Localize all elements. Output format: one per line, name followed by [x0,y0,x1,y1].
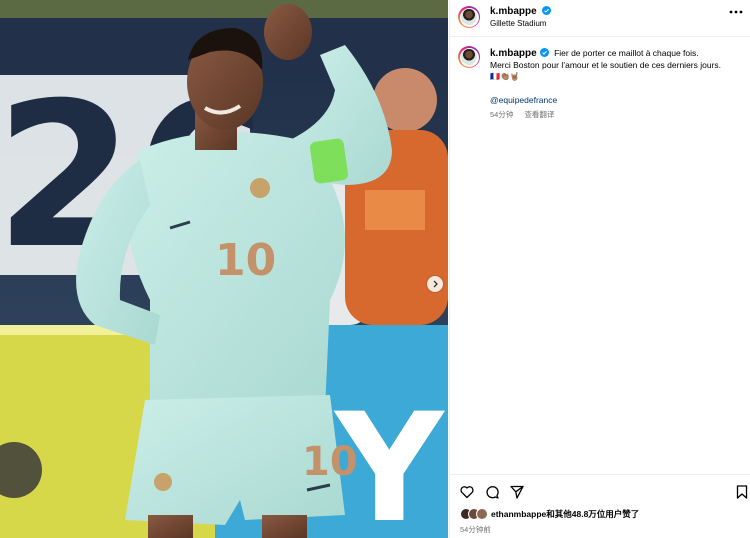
post-actions: ethanmbappe和其他48.8万位用户赞了 54分钟前 [450,474,750,538]
see-translation-button[interactable]: 查看翻译 [524,110,554,119]
caption-line-1: Fier de porter ce maillot à chaque fois. [554,48,699,58]
author-username[interactable]: k.mbappe [490,6,552,17]
likes-summary[interactable]: ethanmbappe和其他48.8万位用户赞了 [460,508,639,520]
post-header: k.mbappe Gillette Stadium [450,0,750,37]
post-caption: k.mbappe Fier de porter ce maillot à cha… [490,48,745,106]
more-options-icon[interactable] [729,10,743,14]
caption-meta: 54分钟 查看翻译 [490,109,554,120]
bookmark-icon[interactable] [735,485,749,499]
shorts-number: 10 [302,439,358,485]
caption-emojis: 🇫🇷👏🏽🤘🏽 [490,72,520,81]
verified-badge-icon [542,6,552,15]
caption-line-2: Merci Boston pour l’amour et le soutien … [490,59,722,70]
post-timestamp[interactable]: 54分钟前 [460,524,491,535]
chevron-right-icon [433,280,438,288]
heart-icon[interactable] [460,485,474,499]
author-avatar[interactable] [458,6,480,28]
share-icon[interactable] [510,485,524,499]
post-details-panel: k.mbappe Gillette Stadium k.mbappe Fier … [449,0,750,538]
verified-badge-icon [539,48,549,57]
player-photo: 26 YI 10 10 [0,0,448,538]
caption-avatar[interactable] [458,46,480,68]
jersey-number: 10 [215,235,276,286]
post-photo[interactable]: 26 YI 10 10 [0,0,448,538]
comment-icon[interactable] [485,485,499,499]
liker-avatars [460,508,488,520]
caption-username[interactable]: k.mbappe [490,48,549,59]
mention-link[interactable]: @equipedefrance [490,95,745,107]
likes-text: ethanmbappe和其他48.8万位用户赞了 [491,509,640,519]
next-photo-button[interactable] [427,276,443,292]
post-location[interactable]: Gillette Stadium [490,19,546,28]
caption-time: 54分钟 [490,110,514,119]
